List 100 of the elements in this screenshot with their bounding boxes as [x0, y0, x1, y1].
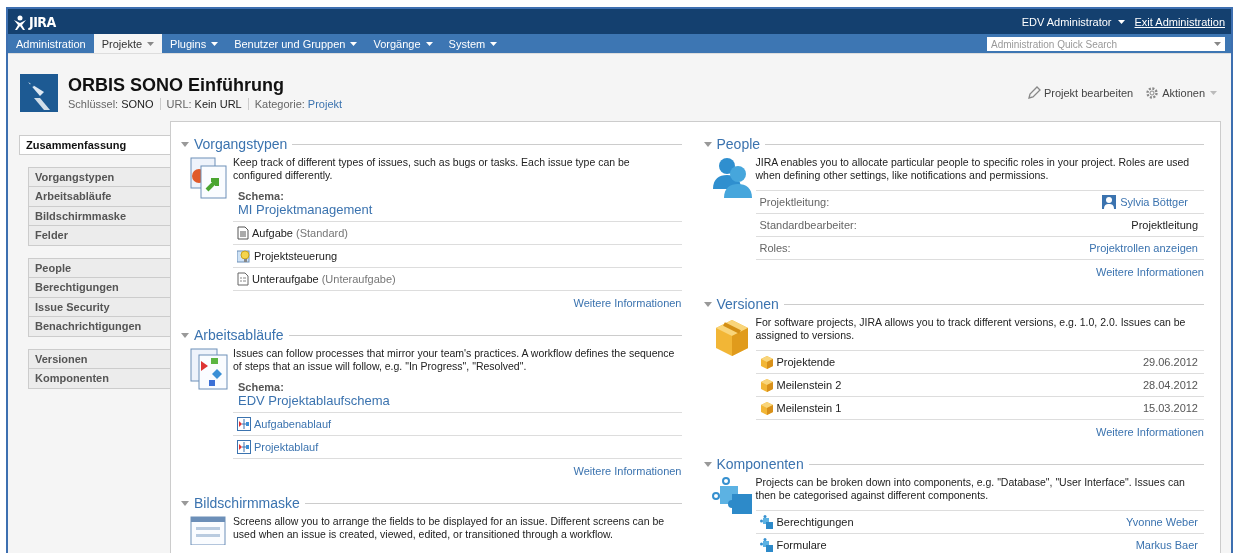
- box-icon: [759, 401, 774, 415]
- actions-menu[interactable]: Aktionen: [1145, 85, 1217, 100]
- item-note: (Standard): [296, 227, 348, 239]
- workflow-icon: [237, 417, 251, 431]
- more-info-link[interactable]: Weitere Informationen: [233, 297, 682, 309]
- section-title[interactable]: Komponenten: [716, 456, 804, 472]
- logo-text: JIRA: [29, 13, 56, 30]
- workflow-link[interactable]: Aufgabenablauf: [254, 418, 332, 430]
- value-link[interactable]: Markus Baer: [1135, 539, 1198, 551]
- field-label: Standardbearbeiter:: [759, 219, 857, 231]
- caret-icon: [425, 41, 433, 46]
- puzzle-icon: [759, 515, 774, 529]
- collapse-icon: [703, 461, 712, 467]
- sidebar-item[interactable]: Berechtigungen: [28, 278, 171, 298]
- collapse-icon: [181, 332, 189, 338]
- section-title[interactable]: Arbeitsabläufe: [194, 327, 284, 343]
- lightbulb-icon: [237, 249, 251, 263]
- nav-tab[interactable]: Plugins: [162, 34, 227, 53]
- description-text: For software projects, JIRA allows you to track different versions, e.g. 1.0, 2.0. Issues can be assigned to versions.: [755, 316, 1187, 342]
- edit-button[interactable]: Projekt bearbeiten: [1026, 85, 1134, 100]
- sidebar-item[interactable]: Komponenten: [28, 369, 171, 389]
- caret-icon: [147, 41, 155, 46]
- caret-icon: [1210, 90, 1217, 95]
- section-title[interactable]: Versionen: [716, 296, 779, 312]
- description-text: JIRA enables you to allocate particular people to specific roles in your project. Roles are used when defining other settings, like notifications and permissions.: [755, 156, 1191, 182]
- schema-link[interactable]: MI Projektmanagement: [233, 202, 682, 217]
- box-icon: [759, 378, 774, 392]
- pencil-icon: [1026, 85, 1041, 100]
- user-link[interactable]: Sylvia Böttger: [1102, 195, 1188, 209]
- release-date: 29.06.2012: [1142, 356, 1198, 368]
- field-value: Projektleitung: [1131, 219, 1198, 231]
- workflow-icon: [237, 440, 251, 454]
- item-name: Meilenstein 1: [776, 402, 842, 414]
- settings-icon: [1145, 85, 1160, 100]
- document-icon: [237, 272, 249, 286]
- user-menu[interactable]: EDV Administrator: [1021, 15, 1125, 28]
- description-text: Screens allow you to arrange the fields to be displayed for an issue. Different screens can be used when an issue is created, viewed, edited, or transitioned through a workflow.: [233, 515, 666, 541]
- collapse-icon: [181, 500, 189, 506]
- description-text: Keep track of different types of issues, such as bugs or tasks. Each issue type can be configured differently.: [233, 156, 631, 182]
- sidebar-item[interactable]: Benachrichtigungen: [28, 317, 171, 337]
- schema-label: Schema:: [237, 381, 285, 393]
- collapse-icon: [703, 301, 712, 307]
- sidebar-item[interactable]: Vorgangstypen: [28, 167, 171, 187]
- release-date: 28.04.2012: [1142, 379, 1198, 391]
- more-info-link[interactable]: Weitere Informationen: [233, 465, 682, 477]
- document-stack-icon: [189, 156, 229, 200]
- box-icon: [759, 355, 774, 369]
- sidebar-item[interactable]: Arbeitsabläufe: [28, 187, 171, 207]
- meta-label: Kategorie:: [254, 98, 305, 110]
- sidebar-item[interactable]: Felder: [28, 226, 171, 246]
- value-link[interactable]: Projektrollen anzeigen: [1089, 242, 1198, 254]
- description-text: Projects can be broken down into components, e.g. "Database", "User Interface". Issues can then be categorised against different components.: [755, 476, 1186, 502]
- collapse-icon: [703, 141, 712, 147]
- section-title[interactable]: People: [716, 136, 761, 152]
- meta-label: Schlüssel:: [68, 98, 119, 110]
- puzzle-icon: [759, 538, 774, 552]
- avatar-icon: [1102, 195, 1117, 209]
- item-name: Formulare: [776, 539, 827, 551]
- nav-tab[interactable]: Projekte: [93, 34, 163, 53]
- nav-tab[interactable]: System: [440, 34, 506, 53]
- field-label: Roles:: [759, 242, 791, 254]
- description-text: Issues can follow processes that mirror your team's practices. A workflow defines the sequence of steps that an issue will follow, e.g. "In Progress", "Resolved".: [233, 347, 676, 373]
- item-name: Meilenstein 2: [776, 379, 842, 391]
- project-title: ORBIS SONO Einführung: [68, 75, 285, 96]
- caret-icon: [350, 41, 358, 46]
- section-title[interactable]: Vorgangstypen: [194, 136, 288, 152]
- section-title[interactable]: Bildschirmmaske: [194, 495, 300, 511]
- nav-tab[interactable]: Administration: [8, 34, 94, 53]
- category-link[interactable]: Projekt: [307, 98, 343, 110]
- caret-icon: [490, 41, 498, 46]
- meta-value: Kein URL: [194, 98, 242, 110]
- item-name: Aufgabe: [252, 227, 293, 239]
- nav-tab[interactable]: Benutzer und Gruppen: [226, 34, 366, 53]
- collapse-icon: [181, 141, 189, 147]
- workflow-diagram-icon: [189, 347, 229, 391]
- more-info-link[interactable]: Weitere Informationen: [755, 266, 1204, 278]
- logo-icon: [12, 13, 28, 30]
- item-name: Projektende: [776, 356, 836, 368]
- exit-link[interactable]: Exit Administration: [1134, 15, 1225, 28]
- meta-value: SONO: [121, 98, 154, 110]
- field-label: Projektleitung:: [759, 196, 830, 208]
- sidebar-item[interactable]: People: [28, 258, 171, 278]
- value-link[interactable]: Yvonne Weber: [1126, 516, 1198, 528]
- project-avatar-icon: [20, 73, 58, 112]
- nav-tab[interactable]: Vorgänge: [365, 34, 441, 53]
- search-field[interactable]: Administration Quick Search: [987, 37, 1225, 51]
- workflow-link[interactable]: Projektablauf: [254, 441, 319, 453]
- item-name: Unteraufgabe: [252, 273, 319, 285]
- sidebar-item[interactable]: Zusammenfassung: [19, 135, 171, 155]
- caret-icon: [1117, 19, 1125, 24]
- caret-icon: [1214, 42, 1221, 46]
- release-date: 15.03.2012: [1142, 402, 1198, 414]
- sidebar-item[interactable]: Versionen: [28, 349, 171, 369]
- window-icon: [189, 515, 229, 545]
- item-name: Projektsteuerung: [254, 250, 338, 262]
- schema-link[interactable]: EDV Projektablaufschema: [233, 393, 682, 408]
- item-name: Berechtigungen: [776, 516, 854, 528]
- schema-label: Schema:: [237, 190, 285, 202]
- more-info-link[interactable]: Weitere Informationen: [755, 426, 1204, 438]
- meta-label: URL:: [166, 98, 192, 110]
